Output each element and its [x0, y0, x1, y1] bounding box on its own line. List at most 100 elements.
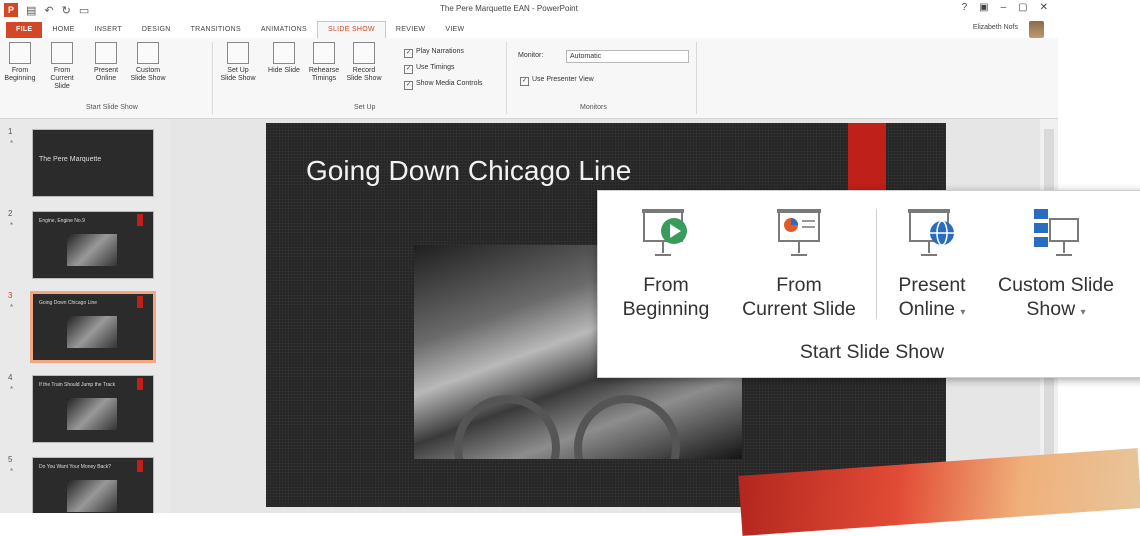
hide-slide-button[interactable]: Hide Slide	[266, 42, 302, 75]
play-narrations-checkbox[interactable]: ✓ Play Narrations	[404, 48, 464, 58]
rehearse-label: Rehearse Timings	[308, 67, 340, 82]
custom-show-button[interactable]: Custom Slide Show	[130, 42, 166, 83]
minimize-icon[interactable]: –	[1001, 2, 1007, 13]
group-label-start: Start Slide Show	[86, 104, 138, 111]
rehearse-button[interactable]: Rehearse Timings	[306, 42, 342, 83]
show-media-checkbox[interactable]: ✓ Show Media Controls	[404, 80, 483, 90]
thumb-photo	[67, 234, 117, 266]
thumb-title: Engine, Engine No.9	[39, 218, 85, 224]
zoom-from-current-button[interactable]: From Current Slide	[730, 205, 868, 321]
zoom-present-label-2: Online	[898, 298, 955, 320]
thumb-title: Do You Want Your Money Back?	[39, 464, 112, 470]
rehearse-icon	[313, 42, 335, 64]
use-timings-checkbox[interactable]: ✓ Use Timings	[404, 64, 455, 74]
tab-insert[interactable]: INSERT	[85, 22, 132, 38]
checkmark-icon: ✓	[404, 81, 413, 90]
window-title: The Pere Marquette EAN - PowerPoint	[440, 4, 578, 13]
record-icon	[353, 42, 375, 64]
checkmark-icon: ✓	[520, 77, 529, 86]
undo-icon[interactable]: ↶	[44, 4, 53, 17]
custom-show-icon	[137, 42, 159, 64]
help-icon[interactable]: ?	[962, 2, 968, 13]
ribbon-divider	[212, 42, 213, 114]
zoom-from-beginning-button[interactable]: From Beginning	[606, 205, 726, 321]
slide-thumb-5[interactable]: Do You Want Your Money Back?	[32, 457, 154, 513]
checkmark-icon: ✓	[404, 49, 413, 58]
tab-view[interactable]: VIEW	[435, 22, 474, 38]
hide-slide-label: Hide Slide	[268, 67, 300, 74]
slide-thumb-1[interactable]: The Pere Marquette	[32, 129, 154, 197]
from-beginning-label: From Beginning	[4, 67, 36, 82]
current-slide-icon	[777, 209, 821, 256]
transition-star-icon: *	[10, 303, 14, 312]
monitor-select[interactable]: Automatic	[566, 50, 689, 63]
slide-thumb-4[interactable]: If the Train Should Jump the Track	[32, 375, 154, 443]
tab-transitions[interactable]: TRANSITIONS	[181, 22, 251, 38]
record-label: Record Slide Show	[346, 67, 382, 82]
setup-show-button[interactable]: Set Up Slide Show	[220, 42, 256, 83]
presenter-view-checkbox[interactable]: ✓ Use Presenter View	[520, 76, 594, 86]
powerpoint-icon[interactable]: P	[4, 3, 18, 17]
ribbon-display-icon[interactable]: ▣	[979, 2, 988, 13]
play-icon	[642, 209, 687, 256]
zoom-present-online-button[interactable]: Present Online ▾	[884, 205, 980, 325]
dropdown-arrow-icon[interactable]: ▾	[1081, 307, 1086, 318]
play-icon	[9, 42, 31, 64]
record-button[interactable]: Record Slide Show	[346, 42, 382, 83]
ribbon: From Beginning From Current Slide Presen…	[0, 38, 1058, 119]
globe-icon	[95, 42, 117, 64]
train-wheel	[574, 395, 680, 459]
user-name[interactable]: Elizabeth Nofs	[973, 24, 1018, 31]
from-beginning-button[interactable]: From Beginning	[2, 42, 38, 83]
save-icon[interactable]: ▤	[26, 4, 36, 17]
tab-review[interactable]: REVIEW	[386, 22, 435, 38]
zoom-from-label-1: From	[643, 274, 689, 296]
tab-design[interactable]: DESIGN	[132, 22, 181, 38]
transition-star-icon: *	[10, 385, 14, 394]
slide-number: 4	[8, 373, 13, 382]
redo-icon[interactable]: ↻	[62, 4, 71, 17]
start-slideshow-icon[interactable]: ▭	[79, 4, 89, 17]
transition-star-icon: *	[10, 139, 14, 148]
close-icon[interactable]: ✕	[1040, 2, 1048, 13]
globe-icon	[908, 209, 954, 256]
thumb-photo	[67, 316, 117, 348]
zoom-present-label-1: Present	[898, 274, 966, 296]
from-current-button[interactable]: From Current Slide	[44, 42, 80, 91]
zoom-from-label-2: Beginning	[622, 298, 710, 320]
show-media-label: Show Media Controls	[416, 80, 483, 87]
dropdown-arrow-icon[interactable]: ▾	[960, 307, 965, 318]
zoom-group-label: Start Slide Show	[799, 341, 945, 363]
zoom-current-label-2: Current Slide	[742, 298, 856, 320]
present-online-button[interactable]: Present Online	[88, 42, 124, 83]
avatar[interactable]	[1029, 21, 1044, 38]
slide-number: 3	[8, 291, 13, 300]
thumb-title: Going Down Chicago Line	[39, 300, 98, 306]
zoom-custom-label-1: Custom Slide	[998, 274, 1114, 296]
ribbon-tabs: FILE HOME INSERT DESIGN TRANSITIONS ANIM…	[0, 20, 1058, 38]
tab-home[interactable]: HOME	[42, 22, 84, 38]
group-label-setup: Set Up	[354, 104, 376, 111]
slide-thumb-3[interactable]: Going Down Chicago Line	[30, 291, 156, 363]
present-online-label: Present Online	[93, 67, 119, 82]
presenter-view-label: Use Presenter View	[532, 76, 594, 83]
group-label-monitors: Monitors	[580, 104, 607, 111]
tab-animations[interactable]: ANIMATIONS	[251, 22, 317, 38]
slide-number: 1	[8, 127, 13, 136]
thumb-red-bar	[137, 214, 143, 226]
tab-slide-show[interactable]: SLIDE SHOW	[316, 21, 386, 38]
use-timings-label: Use Timings	[416, 64, 455, 71]
checkmark-icon: ✓	[404, 65, 413, 74]
ribbon-divider	[506, 42, 507, 114]
transition-star-icon: *	[10, 467, 14, 476]
from-current-label: From Current Slide	[50, 67, 74, 90]
tab-file[interactable]: FILE	[6, 22, 43, 38]
callout-divider	[876, 209, 877, 319]
restore-icon[interactable]: ▢	[1018, 2, 1027, 13]
train-wheel	[454, 395, 560, 459]
slide-title[interactable]: Going Down Chicago Line	[306, 155, 631, 187]
monitor-label: Monitor:	[518, 52, 544, 59]
zoom-custom-show-button[interactable]: Custom Slide Show ▾	[986, 205, 1126, 325]
slide-thumb-2[interactable]: Engine, Engine No.9	[32, 211, 154, 279]
transition-star-icon: *	[10, 221, 14, 230]
